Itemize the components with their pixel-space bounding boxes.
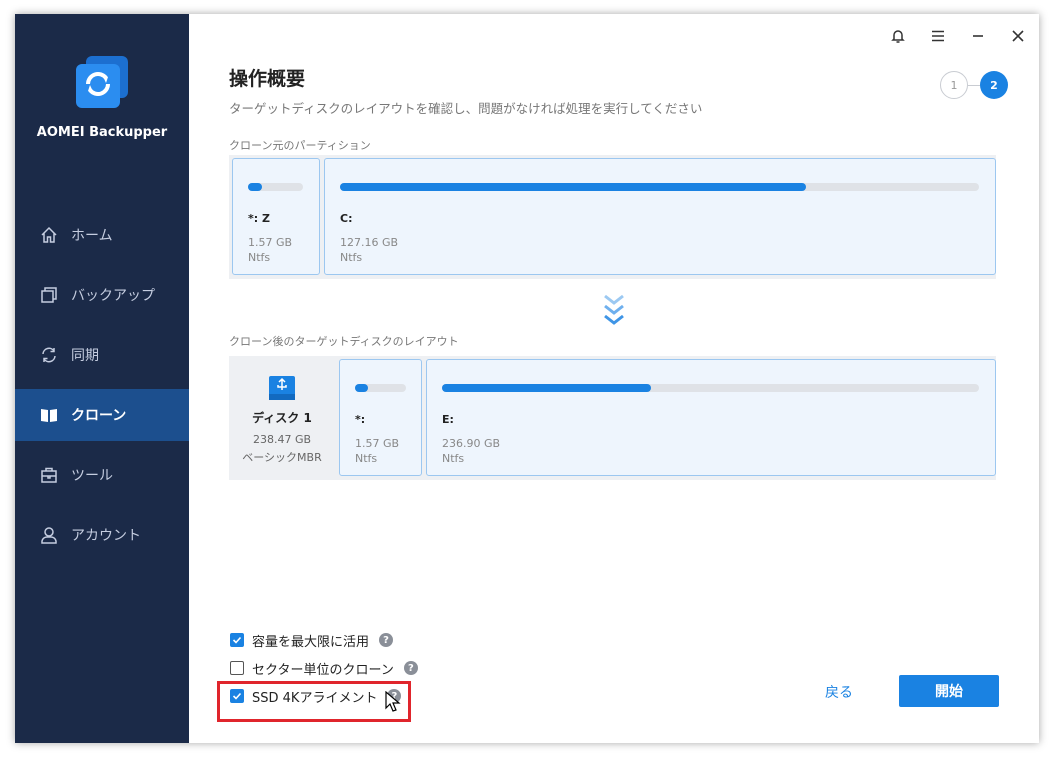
page-title: 操作概要 [229, 68, 306, 90]
usage-bar [340, 183, 979, 191]
usage-bar [248, 183, 303, 191]
partition-name: *: [355, 413, 366, 426]
chevron-down-double-icon [603, 294, 625, 328]
partition-filesystem: Ntfs [248, 251, 271, 264]
sidebar-item-sync[interactable]: 同期 [15, 329, 189, 381]
step-indicator-2: 2 [980, 71, 1008, 99]
sidebar-item-clone[interactable]: クローン [15, 389, 189, 441]
clone-icon [39, 405, 59, 425]
step-indicator-1: 1 [940, 71, 968, 99]
help-icon[interactable]: ? [379, 633, 394, 647]
target-disk-row: ディスク 1 238.47 GB ベーシックMBR *: 1.57 GB Ntf… [229, 356, 996, 480]
home-icon [39, 225, 59, 245]
sidebar-item-account[interactable]: アカウント [15, 509, 189, 561]
sidebar-item-home[interactable]: ホーム [15, 209, 189, 261]
source-section-label: クローン元のパーティション [229, 139, 371, 152]
option-maximize-capacity[interactable]: 容量を最大限に活用 ? [230, 630, 394, 650]
help-icon[interactable]: ? [403, 661, 418, 675]
target-disk-info: ディスク 1 238.47 GB ベーシックMBR [229, 356, 335, 480]
mouse-cursor-icon [385, 690, 401, 713]
target-section-label: クローン後のターゲットディスクのレイアウト [229, 335, 459, 348]
account-icon [39, 525, 59, 545]
partition-name: E: [442, 413, 454, 426]
close-icon[interactable] [1006, 24, 1030, 48]
checkbox[interactable] [230, 633, 244, 647]
sync-icon [39, 345, 59, 365]
sidebar-item-label: バックアップ [71, 288, 155, 304]
app-brand: AOMEI Backupper [36, 125, 168, 140]
disk-type: ベーシックMBR [242, 451, 322, 464]
sidebar-item-label: ツール [71, 468, 113, 484]
app-window: AOMEI Backupper ホーム バックアップ 同期 クローン ツール ア… [15, 14, 1039, 743]
usage-bar-fill [340, 183, 807, 191]
partition-name: C: [340, 212, 353, 225]
usage-bar-fill [355, 384, 368, 392]
back-button[interactable]: 戻る [815, 681, 863, 703]
source-disk-row: *: Z 1.57 GB Ntfs C: 127.16 GB Ntfs [229, 155, 996, 279]
partition-size: 236.90 GB [442, 437, 501, 450]
aomei-logo-icon [72, 54, 130, 112]
partition-filesystem: Ntfs [355, 452, 378, 465]
usage-bar [442, 384, 979, 392]
sidebar: AOMEI Backupper ホーム バックアップ 同期 クローン ツール ア… [15, 14, 189, 743]
source-partition-z[interactable]: *: Z 1.57 GB Ntfs [232, 158, 320, 275]
option-sector-clone[interactable]: セクター単位のクローン ? [230, 658, 418, 678]
sidebar-item-label: クローン [71, 408, 127, 424]
menu-icon[interactable] [926, 24, 950, 48]
option-label: セクター単位のクローン [252, 662, 394, 678]
sidebar-item-label: ホーム [71, 228, 113, 244]
start-button[interactable]: 開始 [899, 675, 999, 707]
usage-bar [355, 384, 406, 392]
source-partition-c[interactable]: C: 127.16 GB Ntfs [324, 158, 996, 275]
partition-filesystem: Ntfs [442, 452, 465, 465]
sidebar-item-tools[interactable]: ツール [15, 449, 189, 501]
option-label: 容量を最大限に活用 [252, 634, 370, 650]
backup-icon [39, 285, 59, 305]
disk-name: ディスク 1 [252, 411, 312, 425]
checkbox[interactable] [230, 661, 244, 675]
disk-size: 238.47 GB [252, 433, 312, 446]
target-partition-e[interactable]: E: 236.90 GB Ntfs [426, 359, 996, 476]
partition-size: 127.16 GB [340, 236, 399, 249]
usage-bar-fill [442, 384, 652, 392]
sidebar-item-backup[interactable]: バックアップ [15, 269, 189, 321]
highlight-annotation-box [217, 681, 411, 722]
step-connector [968, 85, 980, 86]
usb-disk-icon [267, 373, 297, 403]
usage-bar-fill [248, 183, 262, 191]
partition-size: 1.57 GB [355, 437, 400, 450]
page-subtitle: ターゲットディスクのレイアウトを確認し、問題がなければ処理を実行してください [229, 101, 703, 116]
minimize-icon[interactable] [966, 24, 990, 48]
target-partition-star[interactable]: *: 1.57 GB Ntfs [339, 359, 422, 476]
tools-icon [39, 465, 59, 485]
partition-name: *: Z [248, 212, 270, 225]
partition-size: 1.57 GB [248, 236, 293, 249]
bell-icon[interactable] [886, 24, 910, 48]
partition-filesystem: Ntfs [340, 251, 363, 264]
sidebar-item-label: 同期 [71, 348, 99, 364]
sidebar-item-label: アカウント [71, 528, 141, 544]
